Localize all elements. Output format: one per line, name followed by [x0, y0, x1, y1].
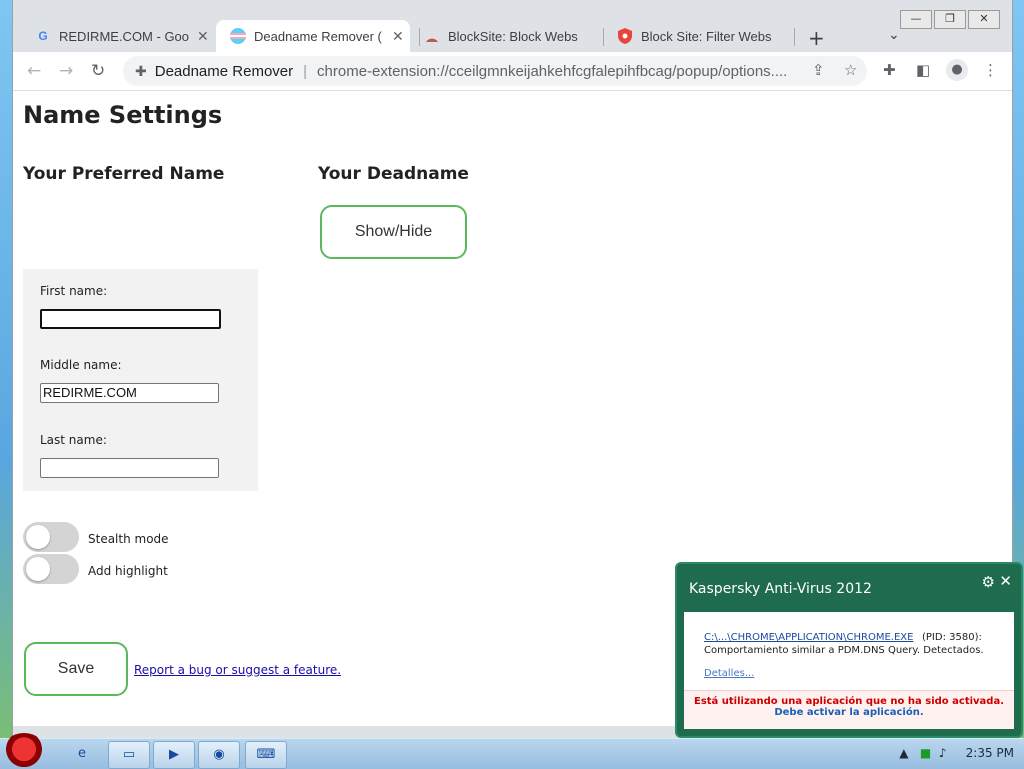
process-path-link[interactable]: C:\...\CHROME\APPLICATION\CHROME.EXE [704, 632, 913, 643]
add-highlight-toggle[interactable] [23, 554, 79, 584]
last-name-field[interactable] [40, 458, 219, 478]
tab-block-site-filter[interactable]: Block Site: Filter Webs [603, 20, 793, 52]
tab-title: REDIRME.COM - Goog [59, 28, 189, 44]
toggle-knob [26, 525, 50, 549]
save-button[interactable]: Save [24, 642, 128, 696]
tab-search-chevron-icon[interactable]: ⌄ [888, 27, 900, 43]
taskbar: e ▭ ▶ ◉ ⌨ ▲ ■ ♪ 2:35 PM [0, 733, 1024, 769]
network-icon[interactable]: ■ [920, 746, 931, 760]
preferred-name-form: First name: Middle name: REDIRME.COM Las… [23, 269, 258, 491]
reload-icon[interactable]: ↻ [91, 61, 105, 81]
system-tray: ▲ ■ ♪ 2:35 PM [899, 746, 1014, 760]
bookmark-star-icon[interactable]: ☆ [844, 61, 857, 79]
middle-name-label: Middle name: [40, 358, 122, 372]
kaspersky-notification: Kaspersky Anti-Virus 2012 ⚙ ✕ C:\...\CHR… [675, 562, 1023, 738]
add-highlight-label: Add highlight [88, 564, 168, 578]
kaspersky-title: Kaspersky Anti-Virus 2012 [689, 581, 872, 597]
last-name-label: Last name: [40, 433, 107, 447]
stealth-mode-label: Stealth mode [88, 532, 169, 546]
activation-warning: Está utilizando una aplicación que no ha… [684, 690, 1014, 729]
back-arrow-icon[interactable]: ← [27, 61, 41, 81]
first-name-label: First name: [40, 284, 108, 298]
clock[interactable]: 2:35 PM [966, 746, 1014, 760]
extensions-puzzle-icon[interactable]: ✚ [883, 61, 896, 79]
blocksite-icon [424, 28, 440, 44]
start-button-angry-bird-icon[interactable] [2, 733, 46, 769]
tab-blocksite[interactable]: BlockSite: Block Websi [410, 20, 600, 52]
activate-link[interactable]: Debe activar la aplicación. [684, 707, 1014, 718]
toolbar: ← → ↻ ✚ Deadname Remover | chrome-extens… [13, 52, 1012, 91]
tab-title: BlockSite: Block Websi [448, 28, 578, 44]
folder-icon[interactable]: ▭ [108, 741, 150, 769]
restore-button[interactable]: ❐ [934, 10, 966, 29]
close-tab-icon[interactable]: ✕ [392, 28, 404, 45]
kebab-menu-icon[interactable]: ⋮ [983, 61, 998, 79]
tab-redirme[interactable]: G REDIRME.COM - Goog ✕ [21, 20, 213, 52]
toggle-knob [26, 557, 50, 581]
details-link[interactable]: Detalles... [704, 668, 754, 679]
tab-separator [794, 28, 795, 46]
address-bar[interactable]: ✚ Deadname Remover | chrome-extension://… [123, 56, 867, 86]
puzzle-icon: ✚ [135, 62, 147, 79]
minimize-button[interactable]: — [900, 10, 932, 29]
first-name-field[interactable] [40, 309, 221, 329]
media-player-icon[interactable]: ▶ [153, 741, 195, 769]
side-panel-icon[interactable]: ◧ [916, 61, 930, 79]
tab-strip: — ❐ ✕ G REDIRME.COM - Goog ✕ Deadname Re… [13, 0, 1012, 52]
keyboard-icon[interactable]: ⌨ [245, 741, 287, 769]
new-tab-button[interactable]: + [808, 26, 825, 50]
process-pid: (PID: 3580): [922, 632, 982, 643]
close-tab-icon[interactable]: ✕ [197, 28, 209, 45]
forward-arrow-icon[interactable]: → [59, 61, 73, 81]
kaspersky-body: C:\...\CHROME\APPLICATION\CHROME.EXE (PI… [684, 612, 1014, 729]
chrome-icon[interactable]: ◉ [198, 741, 240, 769]
share-icon[interactable]: ⇪ [812, 61, 825, 79]
volume-icon[interactable]: ♪ [939, 746, 947, 760]
url-text: chrome-extension://cceilgmnkeijahkehfcgf… [317, 62, 788, 80]
page-title: Name Settings [23, 101, 223, 129]
detection-description: Comportamiento similar a PDM.DNS Query. … [704, 645, 984, 656]
trans-flag-icon [230, 28, 246, 44]
report-bug-link[interactable]: Report a bug or suggest a feature. [134, 663, 341, 677]
preferred-name-heading: Your Preferred Name [23, 164, 225, 184]
gear-icon[interactable]: ⚙ [982, 573, 995, 591]
ie-icon[interactable]: e [62, 741, 102, 767]
shield-icon [617, 28, 633, 44]
close-window-button[interactable]: ✕ [968, 10, 1000, 29]
close-icon[interactable]: ✕ [999, 572, 1012, 590]
site-name: Deadname Remover [154, 62, 294, 80]
deadname-heading: Your Deadname [318, 164, 469, 184]
tray-arrow-icon[interactable]: ▲ [899, 746, 908, 760]
stealth-mode-toggle[interactable] [23, 522, 79, 552]
warning-text: Está utilizando una aplicación que no ha… [693, 696, 1004, 707]
tab-title: Block Site: Filter Webs [641, 28, 771, 44]
google-g-icon: G [38, 29, 48, 43]
divider: | [303, 62, 308, 80]
tab-deadname-remover[interactable]: Deadname Remover ( ✕ [216, 20, 410, 52]
tab-title: Deadname Remover ( [254, 28, 382, 44]
show-hide-button[interactable]: Show/Hide [320, 205, 467, 259]
window-controls: — ❐ ✕ [900, 10, 1000, 29]
middle-name-field[interactable]: REDIRME.COM [40, 383, 219, 403]
profile-avatar-icon[interactable]: ● [946, 59, 968, 81]
